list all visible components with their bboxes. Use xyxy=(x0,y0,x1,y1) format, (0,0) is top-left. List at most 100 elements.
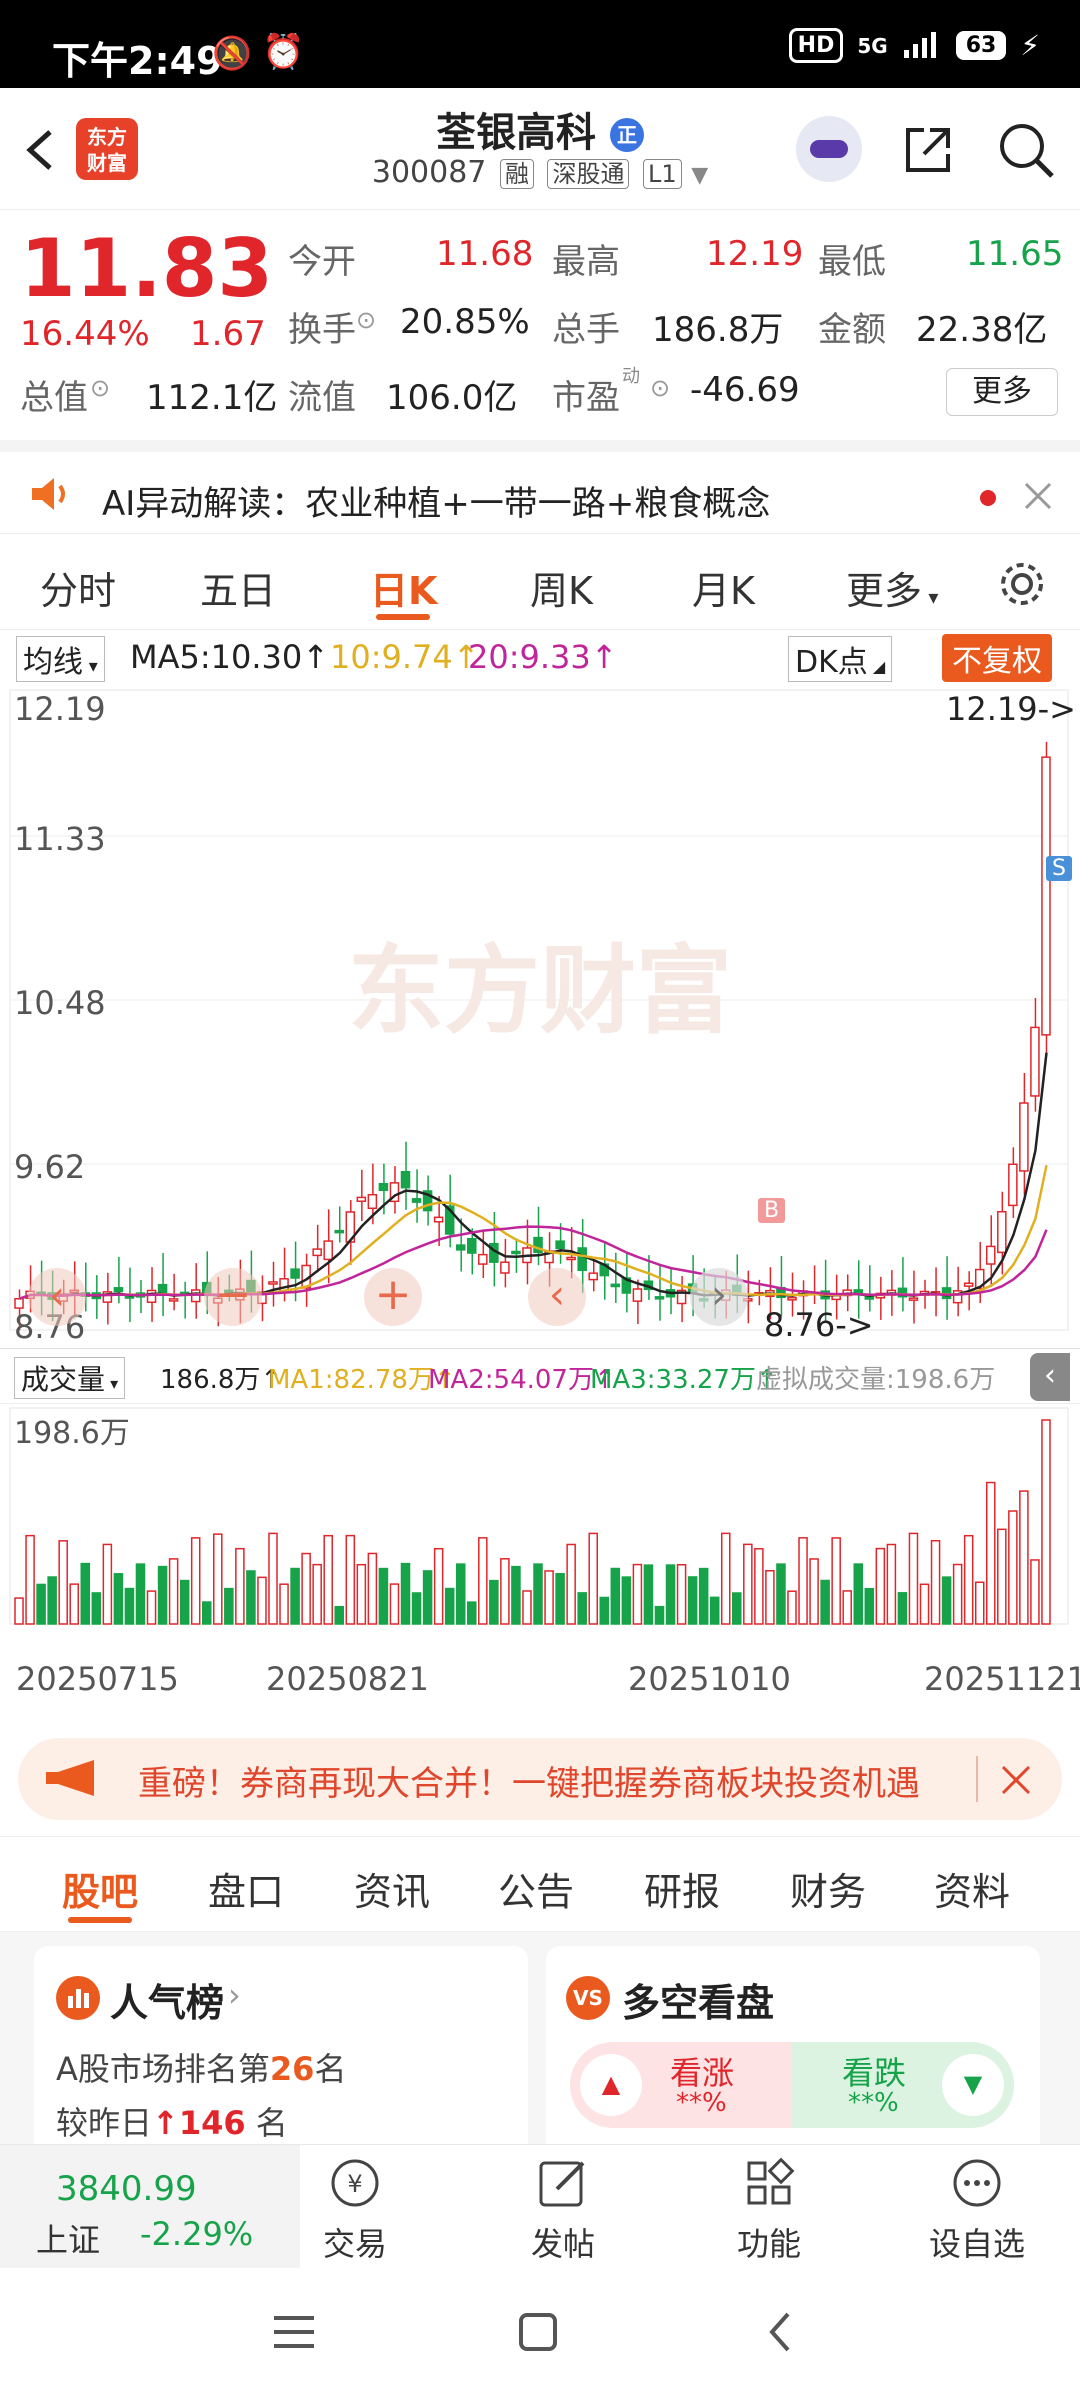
trade-button[interactable]: ¥ 交易 xyxy=(300,2155,410,2265)
mktcap-value: 112.1亿 xyxy=(146,378,278,418)
volume-bar xyxy=(157,1565,168,1625)
volume-select[interactable]: 成交量 ▾ xyxy=(14,1357,126,1399)
candle xyxy=(985,1245,996,1265)
tab-research[interactable]: 研报 xyxy=(644,1861,720,1916)
tab-weekly-k[interactable]: 周K xyxy=(530,560,593,615)
volume-bar xyxy=(124,1587,135,1625)
open-label: 今开 xyxy=(288,242,356,282)
edit-icon xyxy=(539,2161,585,2207)
volume-bar xyxy=(466,1601,477,1625)
tab-financials[interactable]: 财务 xyxy=(790,1861,866,1916)
high-value: 12.19 xyxy=(706,234,804,274)
triangle-down-icon: ▼ xyxy=(942,2054,1004,2116)
volume-bar xyxy=(588,1532,599,1625)
tab-intraday[interactable]: 分时 xyxy=(40,560,116,615)
bottom-toolbar: 3840.99 上证 -2.29% ¥ 交易 发帖 功能 设自选 xyxy=(0,2144,1080,2269)
ranking-icon xyxy=(56,1976,100,2020)
tab-5day[interactable]: 五日 xyxy=(200,560,276,615)
volume-bar xyxy=(312,1563,322,1625)
stock-header: 东方 财富 荃银高科 正 300087 融 深股通 L1 ▼ xyxy=(0,88,1080,210)
sentiment-title: 多空看盘 xyxy=(622,1981,775,2025)
add-watchlist-button[interactable]: 设自选 xyxy=(922,2155,1032,2265)
amount-value: 22.38亿 xyxy=(916,310,1048,350)
volume-bar xyxy=(168,1558,179,1625)
tab-profile[interactable]: 资料 xyxy=(934,1861,1010,1916)
volume-bar xyxy=(809,1558,819,1625)
volume-bar xyxy=(985,1481,996,1625)
close-icon[interactable] xyxy=(1020,478,1056,514)
volume-bar xyxy=(698,1567,709,1625)
volume-bar xyxy=(643,1564,654,1625)
ma10-value: 10:9.74↑ xyxy=(330,638,480,676)
candle xyxy=(610,1283,621,1288)
index-ticker[interactable]: 3840.99 上证 -2.29% xyxy=(0,2145,300,2269)
adjust-select[interactable]: 不复权 xyxy=(942,634,1052,682)
promo-banner[interactable]: 重磅！券商再现大合并！一键把握券商板块投资机遇 xyxy=(18,1738,1062,1820)
ma5-line xyxy=(19,1052,1048,1300)
volume-bar xyxy=(820,1579,830,1625)
tab-forum[interactable]: 股吧 xyxy=(62,1861,138,1916)
candle xyxy=(908,1297,919,1301)
ai-banner[interactable]: AI异动解读：农业种植+一带一路+粮食概念 xyxy=(0,440,1080,534)
connect-tag: 深股通 xyxy=(547,159,630,189)
dropdown-icon: ▼ xyxy=(691,163,709,188)
high-label: 最高 xyxy=(552,242,620,282)
active-subtab-indicator xyxy=(68,1917,132,1923)
system-nav-bar xyxy=(0,2268,1080,2400)
scroll-left-button[interactable]: ‹ xyxy=(528,1268,586,1326)
candle xyxy=(963,1282,974,1287)
info-icon[interactable]: ⊙ xyxy=(356,306,376,334)
volume-bar xyxy=(47,1576,57,1625)
ma-select[interactable]: 均线 ▾ xyxy=(16,636,105,682)
sell-marker[interactable]: S xyxy=(1046,856,1072,881)
more-button[interactable]: 更多 xyxy=(946,368,1058,416)
tab-more[interactable]: 更多 ▾ xyxy=(846,560,938,615)
candle xyxy=(997,1210,1007,1254)
volume-bar xyxy=(69,1583,80,1625)
bullish-button[interactable]: ▲ 看涨 **% xyxy=(570,2042,792,2128)
home-icon[interactable] xyxy=(518,2312,558,2352)
stock-name: 荃银高科 xyxy=(436,110,597,156)
volume-bar xyxy=(400,1562,411,1625)
close-icon[interactable] xyxy=(998,1762,1034,1798)
volume-bar xyxy=(179,1579,190,1625)
zoom-out-button[interactable]: − xyxy=(204,1268,262,1326)
candle xyxy=(500,1261,510,1274)
zoom-prev-button[interactable]: ‹ xyxy=(28,1268,86,1326)
functions-button[interactable]: 功能 xyxy=(714,2155,824,2265)
volume-bar xyxy=(610,1567,621,1625)
hd-badge: HD xyxy=(788,28,844,63)
bearish-button[interactable]: 看跌 **% ▼ xyxy=(792,2042,1014,2128)
menu-icon[interactable] xyxy=(272,2312,316,2352)
tab-news[interactable]: 资讯 xyxy=(354,1861,430,1916)
volume-bar xyxy=(687,1576,698,1625)
info-icon[interactable]: ⊙ xyxy=(650,374,670,402)
search-icon[interactable] xyxy=(996,120,1056,180)
buy-marker[interactable]: B xyxy=(758,1198,786,1223)
date-label: 20251121 xyxy=(924,1660,1080,1698)
settings-icon[interactable] xyxy=(996,558,1048,610)
tab-announcements[interactable]: 公告 xyxy=(498,1861,574,1916)
volume-bar xyxy=(246,1570,256,1625)
dk-select[interactable]: DK点 ◢ xyxy=(788,636,893,682)
sentiment-card[interactable]: VS 多空看盘 ▲ 看涨 **% 看跌 **% ▼ xyxy=(546,1946,1040,2144)
back-nav-icon[interactable] xyxy=(764,2310,796,2354)
scroll-right-button[interactable]: › xyxy=(690,1268,748,1326)
tab-daily-k[interactable]: 日K xyxy=(370,560,437,615)
assistant-avatar[interactable] xyxy=(796,116,862,182)
candle xyxy=(555,1240,565,1250)
volume-bar xyxy=(323,1534,333,1625)
tab-monthly-k[interactable]: 月K xyxy=(692,560,755,615)
kline-chart[interactable]: 东方财富 12.19 11.33 10.48 9.62 8.76 12.19->… xyxy=(0,684,1080,1714)
watermark: 东方财富 xyxy=(348,935,732,1047)
share-icon[interactable] xyxy=(900,122,956,178)
popularity-card[interactable]: 人气榜 › A股市场排名第26名 较昨日↑146 名 xyxy=(34,1946,528,2144)
volume-current: 186.8万↑ xyxy=(160,1365,283,1395)
tab-orderbook[interactable]: 盘口 xyxy=(208,1861,284,1916)
signal-icon xyxy=(902,30,942,62)
status-time: 下午2:49 xyxy=(52,39,223,83)
collapse-panel-button[interactable]: ‹ xyxy=(1030,1353,1070,1401)
info-icon[interactable]: ⊙ xyxy=(90,374,110,402)
post-button[interactable]: 发帖 xyxy=(508,2155,618,2265)
zoom-in-button[interactable]: + xyxy=(364,1268,422,1326)
